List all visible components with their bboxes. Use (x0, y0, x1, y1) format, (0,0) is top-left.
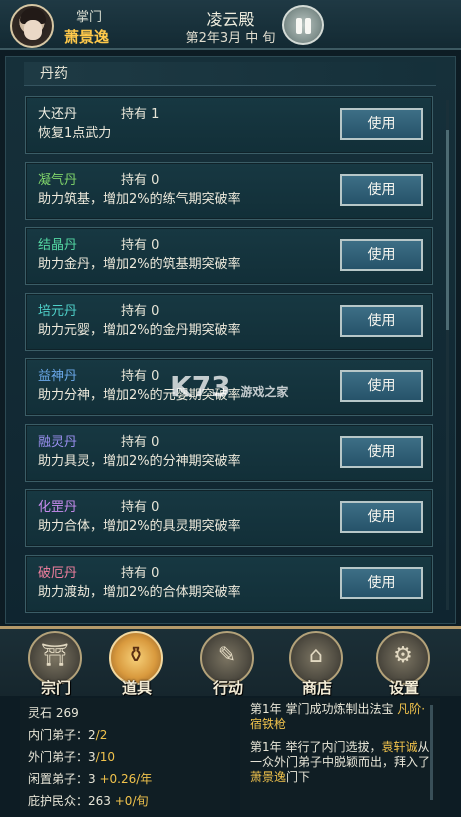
item-name: 益神丹 (38, 369, 78, 384)
item-name: 培元丹 (38, 303, 78, 319)
log-scrollbar[interactable] (430, 705, 433, 800)
watermark: K73 游戏之家 (170, 370, 288, 403)
nav-button-1[interactable]: ⚱ 道具 (105, 631, 169, 697)
outer-label: 外门弟子： (28, 750, 89, 764)
use-button[interactable]: 使用 (340, 239, 423, 271)
sect-status: 灵石 269 内门弟子：2/2 外门弟子：3/10 闲置弟子：3 +0.26/年… (20, 698, 230, 810)
log-entry: 第1年 举行了内门选拔，袁轩诚从一众外门弟子中脱颖而出，拜入了 萧景逸门下 (250, 740, 430, 785)
use-button[interactable]: 使用 (340, 108, 423, 140)
nav-label: 商店 (301, 679, 332, 697)
spirit-stone-row: 灵石 269 (28, 704, 79, 721)
use-button[interactable]: 使用 (340, 435, 423, 468)
item-name: 大还丹 (38, 107, 78, 122)
event-log[interactable]: 第1年 掌门成功炼制出法宝 凡阶·宿铁枪 第1年 举行了内门选拔，袁轩诚从一众外… (240, 698, 440, 810)
use-button[interactable]: 使用 (340, 173, 423, 206)
item-description: 助力金丹，增加2%的筑基期突破率 (38, 257, 241, 272)
item-name: 凝气丹 (38, 172, 78, 188)
item-holding: 持有 1 (121, 107, 160, 122)
nav-button-0[interactable]: ⛩ 宗门 (24, 631, 88, 697)
item-description: 助力元婴，增加2%的金丹期突破率 (38, 322, 241, 338)
protect-label: 庇护民众： (28, 794, 89, 808)
item-holding: 持有 0 (121, 303, 160, 319)
idle-value: 3 (88, 772, 96, 786)
nav-button-2[interactable]: ✎ 行动 (196, 631, 260, 697)
gear-icon: ⚙ (393, 643, 413, 668)
nav-label: 行动 (212, 679, 243, 697)
nav-button-3[interactable]: ⌂ 商店 (285, 631, 349, 697)
item-name: 结晶丹 (38, 238, 78, 253)
top-bar: 掌门 萧景逸 凌云殿 第2年3月 中 旬 (0, 0, 461, 50)
item-card: 化罡丹 持有 0 助力合体，增加2%的具灵期突破率 使用 (25, 489, 433, 547)
item-card: 结晶丹 持有 0 助力金丹，增加2%的筑基期突破率 使用 (25, 227, 433, 285)
item-holding: 持有 0 (121, 500, 160, 515)
item-name: 破厄丹 (38, 565, 78, 581)
protect-rate: +0/旬 (114, 794, 149, 808)
item-description: 助力筑基，增加2%的练气期突破率 (38, 191, 241, 207)
log-entry-2-master: 萧景逸 (250, 770, 287, 784)
idle-rate: +0.26/年 (99, 772, 153, 786)
log-entry: 第1年 掌门成功炼制出法宝 凡阶·宿铁枪 (250, 702, 430, 732)
item-card: 融灵丹 持有 0 助力具灵，增加2%的分神期突破率 使用 (25, 423, 433, 482)
spirit-stone-value: 269 (55, 706, 79, 720)
pause-icon-bar (305, 18, 311, 34)
use-button[interactable]: 使用 (340, 566, 423, 599)
log-entry-2-text: 第1年 举行了内门选拔， (250, 740, 382, 754)
pouch-icon: ⚱ (126, 643, 146, 668)
item-description: 助力渡劫，增加2%的合体期突破率 (38, 584, 241, 600)
item-card: 破厄丹 持有 0 助力渡劫，增加2%的合体期突破率 使用 (25, 554, 433, 613)
scroll-icon: ✎ (217, 643, 237, 668)
item-holding: 持有 0 (121, 172, 160, 188)
game-date: 第2年3月 中 旬 (185, 31, 276, 46)
idle-disciples-row: 闲置弟子：3 +0.26/年 (28, 770, 152, 787)
shop-icon: ⌂ (309, 643, 323, 668)
log-entry-1-text: 第1年 掌门成功炼制出法宝 (250, 702, 394, 716)
item-card: 培元丹 持有 0 助力元婴，增加2%的金丹期突破率 使用 (25, 292, 433, 351)
nav-label: 宗门 (40, 679, 71, 697)
outer-max: /10 (95, 750, 115, 764)
pause-button[interactable] (282, 5, 324, 45)
section-title: 丹药 (24, 62, 436, 86)
watermark-main: K73 (170, 370, 231, 403)
item-card: 大还丹 持有 1 恢复1点武力 使用 (25, 96, 433, 154)
item-description: 恢复1点武力 (38, 126, 112, 141)
item-name: 化罡丹 (38, 500, 78, 515)
use-button[interactable]: 使用 (340, 304, 423, 337)
scrollbar-thumb[interactable] (446, 130, 449, 330)
pause-icon (296, 18, 302, 34)
watermark-sub: 游戏之家 (240, 385, 289, 399)
inner-value: 2 (88, 728, 96, 742)
use-button[interactable]: 使用 (340, 370, 423, 402)
log-entry-2-suffix: 门下 (286, 770, 311, 784)
nav-button-4[interactable]: ⚙ 设置 (372, 631, 436, 697)
temple-icon: ⛩ (41, 643, 69, 668)
item-holding: 持有 0 (121, 369, 160, 384)
nav-label: 道具 (121, 679, 152, 697)
inner-disciples-row: 内门弟子：2/2 (28, 726, 107, 743)
idle-label: 闲置弟子： (28, 772, 89, 786)
item-name: 融灵丹 (38, 434, 78, 450)
inner-max: /2 (95, 728, 108, 742)
outer-value: 3 (88, 750, 96, 764)
outer-disciples-row: 外门弟子：3/10 (28, 748, 115, 765)
item-holding: 持有 0 (121, 238, 160, 253)
use-button[interactable]: 使用 (340, 501, 423, 533)
protected-people-row: 庇护民众：263 +0/旬 (28, 792, 148, 809)
item-holding: 持有 0 (121, 565, 160, 581)
item-holding: 持有 0 (121, 434, 160, 450)
item-description: 助力合体，增加2%的具灵期突破率 (38, 519, 241, 534)
protect-value: 263 (88, 794, 111, 808)
item-card: 凝气丹 持有 0 助力筑基，增加2%的练气期突破率 使用 (25, 161, 433, 220)
item-description: 助力具灵，增加2%的分神期突破率 (38, 453, 241, 469)
spirit-stone-label: 灵石 (28, 706, 53, 720)
log-entry-2-person: 袁轩诚 (381, 740, 418, 754)
inner-label: 内门弟子： (28, 728, 89, 742)
nav-label: 设置 (388, 679, 419, 697)
